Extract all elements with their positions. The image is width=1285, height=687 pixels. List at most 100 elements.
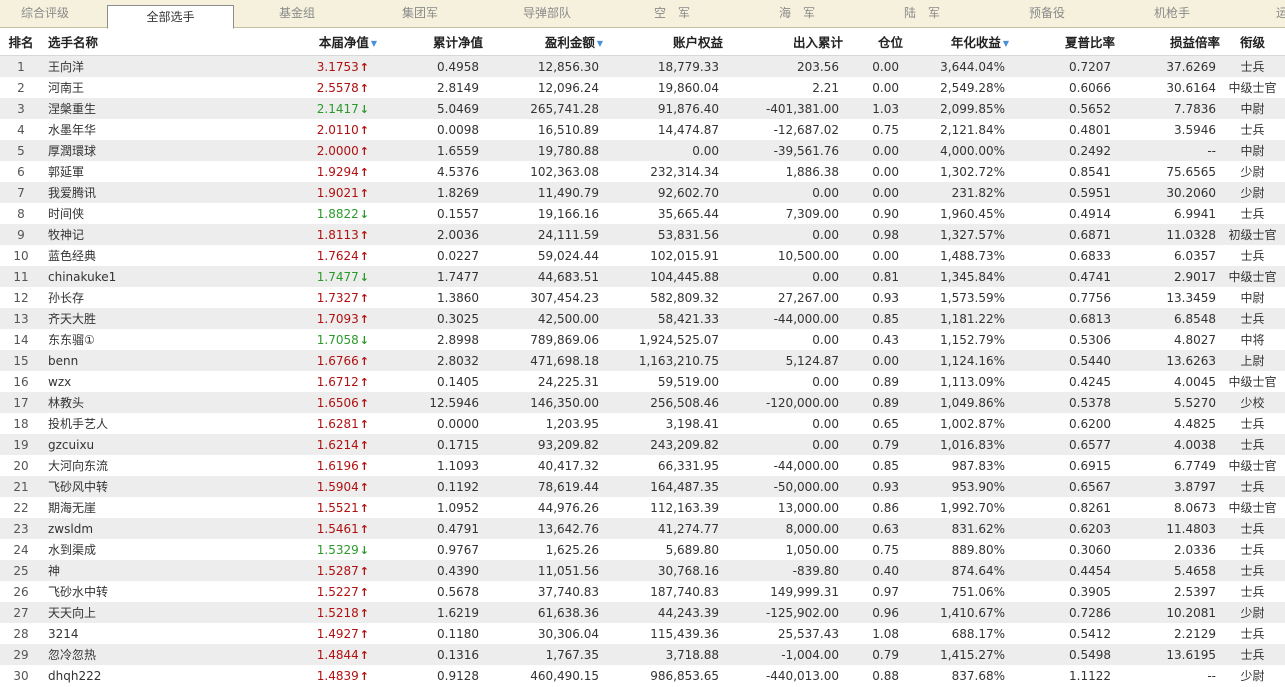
cell-pl-ratio: 7.7836	[1115, 98, 1220, 119]
table-row[interactable]: 22 期海无崖 1.5521↑ 1.0952 44,976.26 112,163.39 13…	[0, 497, 1285, 518]
table-row[interactable]: 8 时间侠 1.8822↓ 0.1557 19,166.16 35,665.44 7,309…	[0, 203, 1285, 224]
cell-player-name[interactable]: 河南王	[42, 77, 150, 98]
table-row[interactable]: 21 飞砂风中转 1.5904↑ 0.1192 78,619.44 164,487.35-…	[0, 476, 1285, 497]
col-header-rank[interactable]: 排名	[0, 28, 42, 56]
cell-player-name[interactable]: 孙长存	[42, 287, 150, 308]
cell-annual-return: 751.06%	[951, 584, 1005, 599]
table-row[interactable]: 5 厚潤環球 2.0000↑ 1.6559 19,780.88 0.00 -39,561.7…	[0, 140, 1285, 161]
col-header-nav[interactable]: 本届净值 ▼	[150, 28, 377, 56]
col-header-sharpe[interactable]: 夏普比率	[1009, 28, 1115, 56]
tab-1[interactable]: 全部选手	[107, 5, 234, 29]
cell-player-name[interactable]: 郭延軍	[42, 161, 150, 182]
table-row[interactable]: 20 大河向东流 1.6196↑ 1.1093 40,417.32 66,331.95 -4…	[0, 455, 1285, 476]
cell-player-name[interactable]: 天天向上	[42, 602, 150, 623]
cell-pl-ratio: 6.7749	[1174, 458, 1216, 473]
col-header-pos[interactable]: 仓位	[843, 28, 903, 56]
cell-player-name[interactable]: 涅槃重生	[42, 98, 150, 119]
cell-player-name[interactable]: dhqh222	[42, 665, 150, 686]
table-row[interactable]: 7 我爱腾讯 1.9021↑ 1.8269 11,490.79 92,602.70 0.00…	[0, 182, 1285, 203]
cell-player-name[interactable]: zwsldm	[42, 518, 150, 539]
col-header-pl[interactable]: 损益倍率	[1115, 28, 1220, 56]
cell-player-name[interactable]: 水到渠成	[42, 539, 150, 560]
tab-10[interactable]: 运	[1262, 0, 1285, 28]
tab-2[interactable]: 基金组	[247, 0, 347, 28]
table-row[interactable]: 30 dhqh222 1.4839↑ 0.9128 460,490.15 986,853.…	[0, 665, 1285, 686]
tab-0[interactable]: 综合评级	[0, 0, 90, 28]
nav-value: 2.0110	[316, 122, 359, 137]
tab-6[interactable]: 海 军	[747, 0, 847, 28]
table-row[interactable]: 10 蓝色经典 1.7624↑ 0.0227 59,024.44 102,015.91 10…	[0, 245, 1285, 266]
col-header-name[interactable]: 选手名称	[42, 28, 150, 56]
cell-equity: 41,274.77	[603, 518, 723, 539]
table-row[interactable]: 1 王向洋 3.1753↑ 0.4958 12,856.30 18,779.33 203.5…	[0, 55, 1285, 77]
table-row[interactable]: 3 涅槃重生 2.1417↓ 5.0469 265,741.28 91,876.40 -40…	[0, 98, 1285, 119]
table-row[interactable]: 6 郭延軍 1.9294↑ 4.5376 102,363.08 232,314.34 1,8…	[0, 161, 1285, 182]
table-row[interactable]: 19 gzcuixu 1.6214↑ 0.1715 93,209.82 243,209.8…	[0, 434, 1285, 455]
cell-rank-title: 士兵	[1240, 123, 1265, 137]
cell-player-name[interactable]: 王向洋	[42, 55, 150, 77]
tab-3[interactable]: 集团军	[370, 0, 470, 28]
cell-player-name[interactable]: 3214	[42, 623, 150, 644]
table-row[interactable]: 28 3214 1.4927↑ 0.1180 30,306.04 115,439.36 25…	[0, 623, 1285, 644]
cell-player-name[interactable]: 牧神记	[42, 224, 150, 245]
cell-player-name[interactable]: 蓝色经典	[42, 245, 150, 266]
table-row[interactable]: 18 投机手艺人 1.6281↑ 0.0000 1,203.95 3,198.41 0.00…	[0, 413, 1285, 434]
table-row[interactable]: 26 飞砂水中转 1.5227↑ 0.5678 37,740.83 187,740.83 1…	[0, 581, 1285, 602]
table-row[interactable]: 27 天天向上 1.5218↑ 1.6219 61,638.36 44,243.39 -12…	[0, 602, 1285, 623]
nav-value: 1.7477	[316, 269, 359, 284]
tab-5[interactable]: 空 军	[622, 0, 722, 28]
cell-equity: 986,853.65	[650, 668, 719, 683]
tab-9[interactable]: 机枪手	[1122, 0, 1222, 28]
cell-player-name[interactable]: 神	[42, 560, 150, 581]
cell-nav: 1.5461↑	[150, 518, 377, 539]
cell-player-name[interactable]: 水墨年华	[42, 119, 150, 140]
cell-player-name[interactable]: 飞砂水中转	[42, 581, 150, 602]
cell-player-name[interactable]: 期海无崖	[42, 497, 150, 518]
cell-player-name[interactable]: 时间侠	[42, 203, 150, 224]
table-row[interactable]: 29 忽冷忽热 1.4844↑ 0.1316 1,767.35 3,718.88 -1,00…	[0, 644, 1285, 665]
table-row[interactable]: 14 东东骝① 1.7058↓ 2.8998 789,869.06 1,924,525.0…	[0, 329, 1285, 350]
cell-player-name[interactable]: 投机手艺人	[42, 413, 150, 434]
cell-equity: 91,876.40	[603, 98, 723, 119]
cell-player-name[interactable]: 林教头	[42, 392, 150, 413]
tab-4[interactable]: 导弹部队	[497, 0, 597, 28]
cell-rank-title: 中级士官	[1228, 375, 1277, 389]
cell-rank: 14	[13, 332, 29, 347]
table-row[interactable]: 13 齐天大胜 1.7093↑ 0.3025 42,500.00 58,421.33 -44…	[0, 308, 1285, 329]
cell-nav: 1.6766↑	[150, 350, 377, 371]
cell-player-name[interactable]: 飞砂风中转	[42, 476, 150, 497]
tab-8[interactable]: 预备役	[997, 0, 1097, 28]
cell-player-name[interactable]: 我爱腾讯	[42, 182, 150, 203]
cell-nav: 1.7093↑	[150, 308, 377, 329]
table-row[interactable]: 11 chinakuke1 1.7477↓ 1.7477 44,683.51 104,44…	[0, 266, 1285, 287]
table-row[interactable]: 25 神 1.5287↑ 0.4390 11,051.56 30,768.16 -839.8…	[0, 560, 1285, 581]
table-row[interactable]: 2 河南王 2.5578↑ 2.8149 12,096.24 19,860.04 2.21 0…	[0, 77, 1285, 98]
arrow-up-icon: ↑	[359, 396, 369, 410]
cell-player-name[interactable]: gzcuixu	[42, 434, 150, 455]
cell-player-name[interactable]: chinakuke1	[42, 266, 150, 287]
cell-player-name[interactable]: 厚潤環球	[42, 140, 150, 161]
table-row[interactable]: 12 孙长存 1.7327↑ 1.3860 307,454.23 582,809.32 27…	[0, 287, 1285, 308]
cell-player-name[interactable]: 忽冷忽热	[42, 644, 150, 665]
table-row[interactable]: 16 wzx 1.6712↑ 0.1405 24,225.31 59,519.00 0.00…	[0, 371, 1285, 392]
table-row[interactable]: 23 zwsldm 1.5461↑ 0.4791 13,642.76 41,274.77 8…	[0, 518, 1285, 539]
cell-player-name[interactable]: benn	[42, 350, 150, 371]
cell-player-name[interactable]: 齐天大胜	[42, 308, 150, 329]
table-row[interactable]: 4 水墨年华 2.0110↑ 0.0098 16,510.89 14,474.87 -12,…	[0, 119, 1285, 140]
table-row[interactable]: 9 牧神记 1.8113↑ 2.0036 24,111.59 53,831.56 0.00 0…	[0, 224, 1285, 245]
col-header-flow[interactable]: 出入累计	[723, 28, 843, 56]
col-header-profit[interactable]: 盈利金额 ▼	[483, 28, 603, 56]
col-header-title[interactable]: 衔级	[1220, 28, 1285, 56]
table-row[interactable]: 17 林教头 1.6506↑ 12.5946 146,350.00 256,508.46-…	[0, 392, 1285, 413]
table-row[interactable]: 24 水到渠成 1.5329↓ 0.9767 1,625.26 5,689.80 1,050…	[0, 539, 1285, 560]
table-row[interactable]: 15 benn 1.6766↑ 2.8032 471,698.18 1,163,210.7…	[0, 350, 1285, 371]
tab-7[interactable]: 陆 军	[872, 0, 972, 28]
cell-pl-ratio: 11.4803	[1115, 518, 1220, 539]
col-header-equity[interactable]: 账户权益	[603, 28, 723, 56]
cell-player-name[interactable]: 东东骝①	[42, 329, 150, 350]
cell-player-name[interactable]: wzx	[42, 371, 150, 392]
col-header-annual[interactable]: 年化收益 ▼	[903, 28, 1009, 56]
cell-rank: 11	[0, 266, 42, 287]
col-header-cum[interactable]: 累计净值	[377, 28, 483, 56]
cell-player-name[interactable]: 大河向东流	[42, 455, 150, 476]
